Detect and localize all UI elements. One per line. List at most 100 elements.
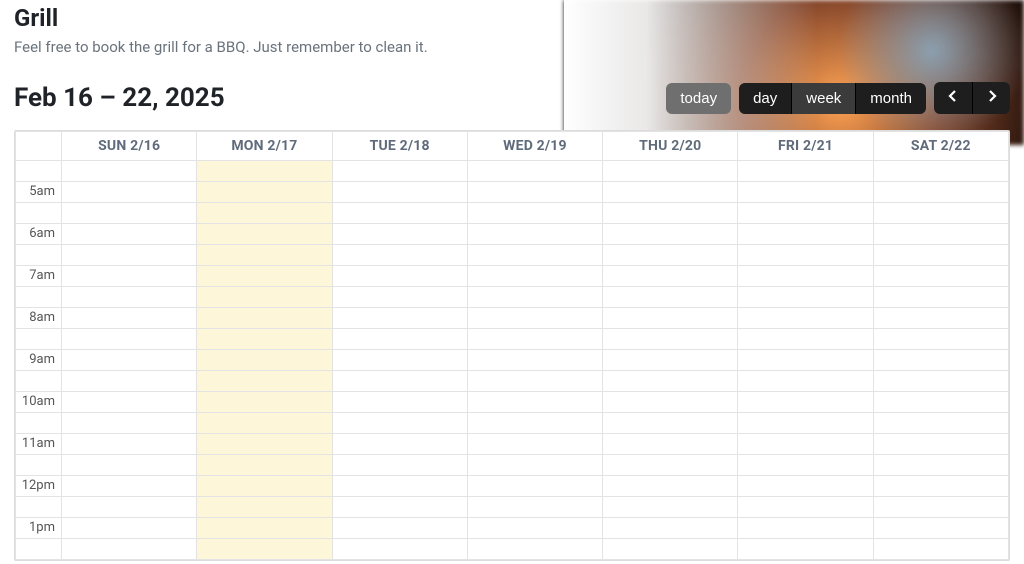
time-slot[interactable] — [738, 266, 873, 287]
time-slot[interactable] — [738, 329, 873, 350]
time-slot[interactable] — [873, 182, 1008, 203]
time-slot[interactable] — [197, 497, 332, 518]
time-slot[interactable] — [332, 161, 467, 182]
time-slot[interactable] — [62, 287, 197, 308]
time-slot[interactable] — [873, 455, 1008, 476]
time-slot[interactable] — [873, 287, 1008, 308]
time-slot[interactable] — [62, 413, 197, 434]
time-slot[interactable] — [738, 455, 873, 476]
time-slot[interactable] — [603, 182, 738, 203]
time-slot[interactable] — [332, 497, 467, 518]
time-slot[interactable] — [873, 203, 1008, 224]
time-slot[interactable] — [332, 518, 467, 539]
time-slot[interactable] — [467, 161, 602, 182]
time-slot[interactable] — [738, 413, 873, 434]
time-slot[interactable] — [332, 203, 467, 224]
time-slot[interactable] — [738, 392, 873, 413]
time-slot[interactable] — [873, 497, 1008, 518]
time-slot[interactable] — [332, 245, 467, 266]
time-slot[interactable] — [197, 371, 332, 392]
time-slot[interactable] — [467, 182, 602, 203]
time-slot[interactable] — [603, 203, 738, 224]
time-slot[interactable] — [197, 350, 332, 371]
time-slot[interactable] — [197, 539, 332, 560]
time-slot[interactable] — [62, 434, 197, 455]
time-slot[interactable] — [197, 392, 332, 413]
time-slot[interactable] — [197, 245, 332, 266]
view-month-button[interactable]: month — [855, 83, 926, 114]
time-slot[interactable] — [738, 161, 873, 182]
time-slot[interactable] — [873, 392, 1008, 413]
time-slot[interactable] — [738, 224, 873, 245]
time-slot[interactable] — [467, 476, 602, 497]
time-slot[interactable] — [332, 476, 467, 497]
time-slot[interactable] — [738, 350, 873, 371]
time-slot[interactable] — [197, 518, 332, 539]
time-slot[interactable] — [603, 518, 738, 539]
time-slot[interactable] — [603, 266, 738, 287]
time-slot[interactable] — [62, 350, 197, 371]
time-slot[interactable] — [62, 161, 197, 182]
time-slot[interactable] — [332, 434, 467, 455]
time-slot[interactable] — [467, 455, 602, 476]
time-slot[interactable] — [738, 518, 873, 539]
time-slot[interactable] — [332, 287, 467, 308]
time-slot[interactable] — [603, 287, 738, 308]
time-slot[interactable] — [738, 497, 873, 518]
time-slot[interactable] — [467, 287, 602, 308]
time-slot[interactable] — [62, 392, 197, 413]
time-slot[interactable] — [332, 266, 467, 287]
time-slot[interactable] — [62, 539, 197, 560]
time-slot[interactable] — [873, 434, 1008, 455]
time-slot[interactable] — [467, 224, 602, 245]
time-slot[interactable] — [467, 434, 602, 455]
time-slot[interactable] — [62, 182, 197, 203]
time-slot[interactable] — [332, 455, 467, 476]
time-slot[interactable] — [603, 476, 738, 497]
time-slot[interactable] — [62, 497, 197, 518]
time-slot[interactable] — [873, 329, 1008, 350]
time-slot[interactable] — [62, 308, 197, 329]
time-slot[interactable] — [873, 350, 1008, 371]
time-slot[interactable] — [873, 245, 1008, 266]
time-slot[interactable] — [197, 224, 332, 245]
time-slot[interactable] — [62, 518, 197, 539]
time-slot[interactable] — [738, 371, 873, 392]
next-button[interactable] — [972, 82, 1010, 114]
time-slot[interactable] — [332, 308, 467, 329]
time-slot[interactable] — [197, 161, 332, 182]
time-slot[interactable] — [603, 455, 738, 476]
time-slot[interactable] — [332, 392, 467, 413]
time-slot[interactable] — [738, 476, 873, 497]
time-slot[interactable] — [332, 329, 467, 350]
time-slot[interactable] — [873, 266, 1008, 287]
time-slot[interactable] — [738, 308, 873, 329]
time-slot[interactable] — [332, 539, 467, 560]
view-week-button[interactable]: week — [791, 83, 855, 114]
time-slot[interactable] — [467, 371, 602, 392]
time-slot[interactable] — [873, 476, 1008, 497]
today-button[interactable]: today — [666, 83, 731, 114]
time-slot[interactable] — [873, 539, 1008, 560]
time-slot[interactable] — [873, 371, 1008, 392]
time-slot[interactable] — [603, 350, 738, 371]
time-slot[interactable] — [467, 350, 602, 371]
time-slot[interactable] — [603, 539, 738, 560]
time-slot[interactable] — [332, 224, 467, 245]
time-slot[interactable] — [467, 308, 602, 329]
time-slot[interactable] — [603, 224, 738, 245]
time-slot[interactable] — [62, 476, 197, 497]
time-slot[interactable] — [467, 329, 602, 350]
time-slot[interactable] — [332, 182, 467, 203]
time-slot[interactable] — [873, 224, 1008, 245]
time-slot[interactable] — [467, 266, 602, 287]
time-slot[interactable] — [197, 434, 332, 455]
time-slot[interactable] — [62, 266, 197, 287]
time-slot[interactable] — [873, 161, 1008, 182]
time-slot[interactable] — [738, 434, 873, 455]
time-slot[interactable] — [603, 245, 738, 266]
time-slot[interactable] — [738, 539, 873, 560]
time-slot[interactable] — [332, 371, 467, 392]
time-slot[interactable] — [873, 518, 1008, 539]
time-slot[interactable] — [197, 329, 332, 350]
